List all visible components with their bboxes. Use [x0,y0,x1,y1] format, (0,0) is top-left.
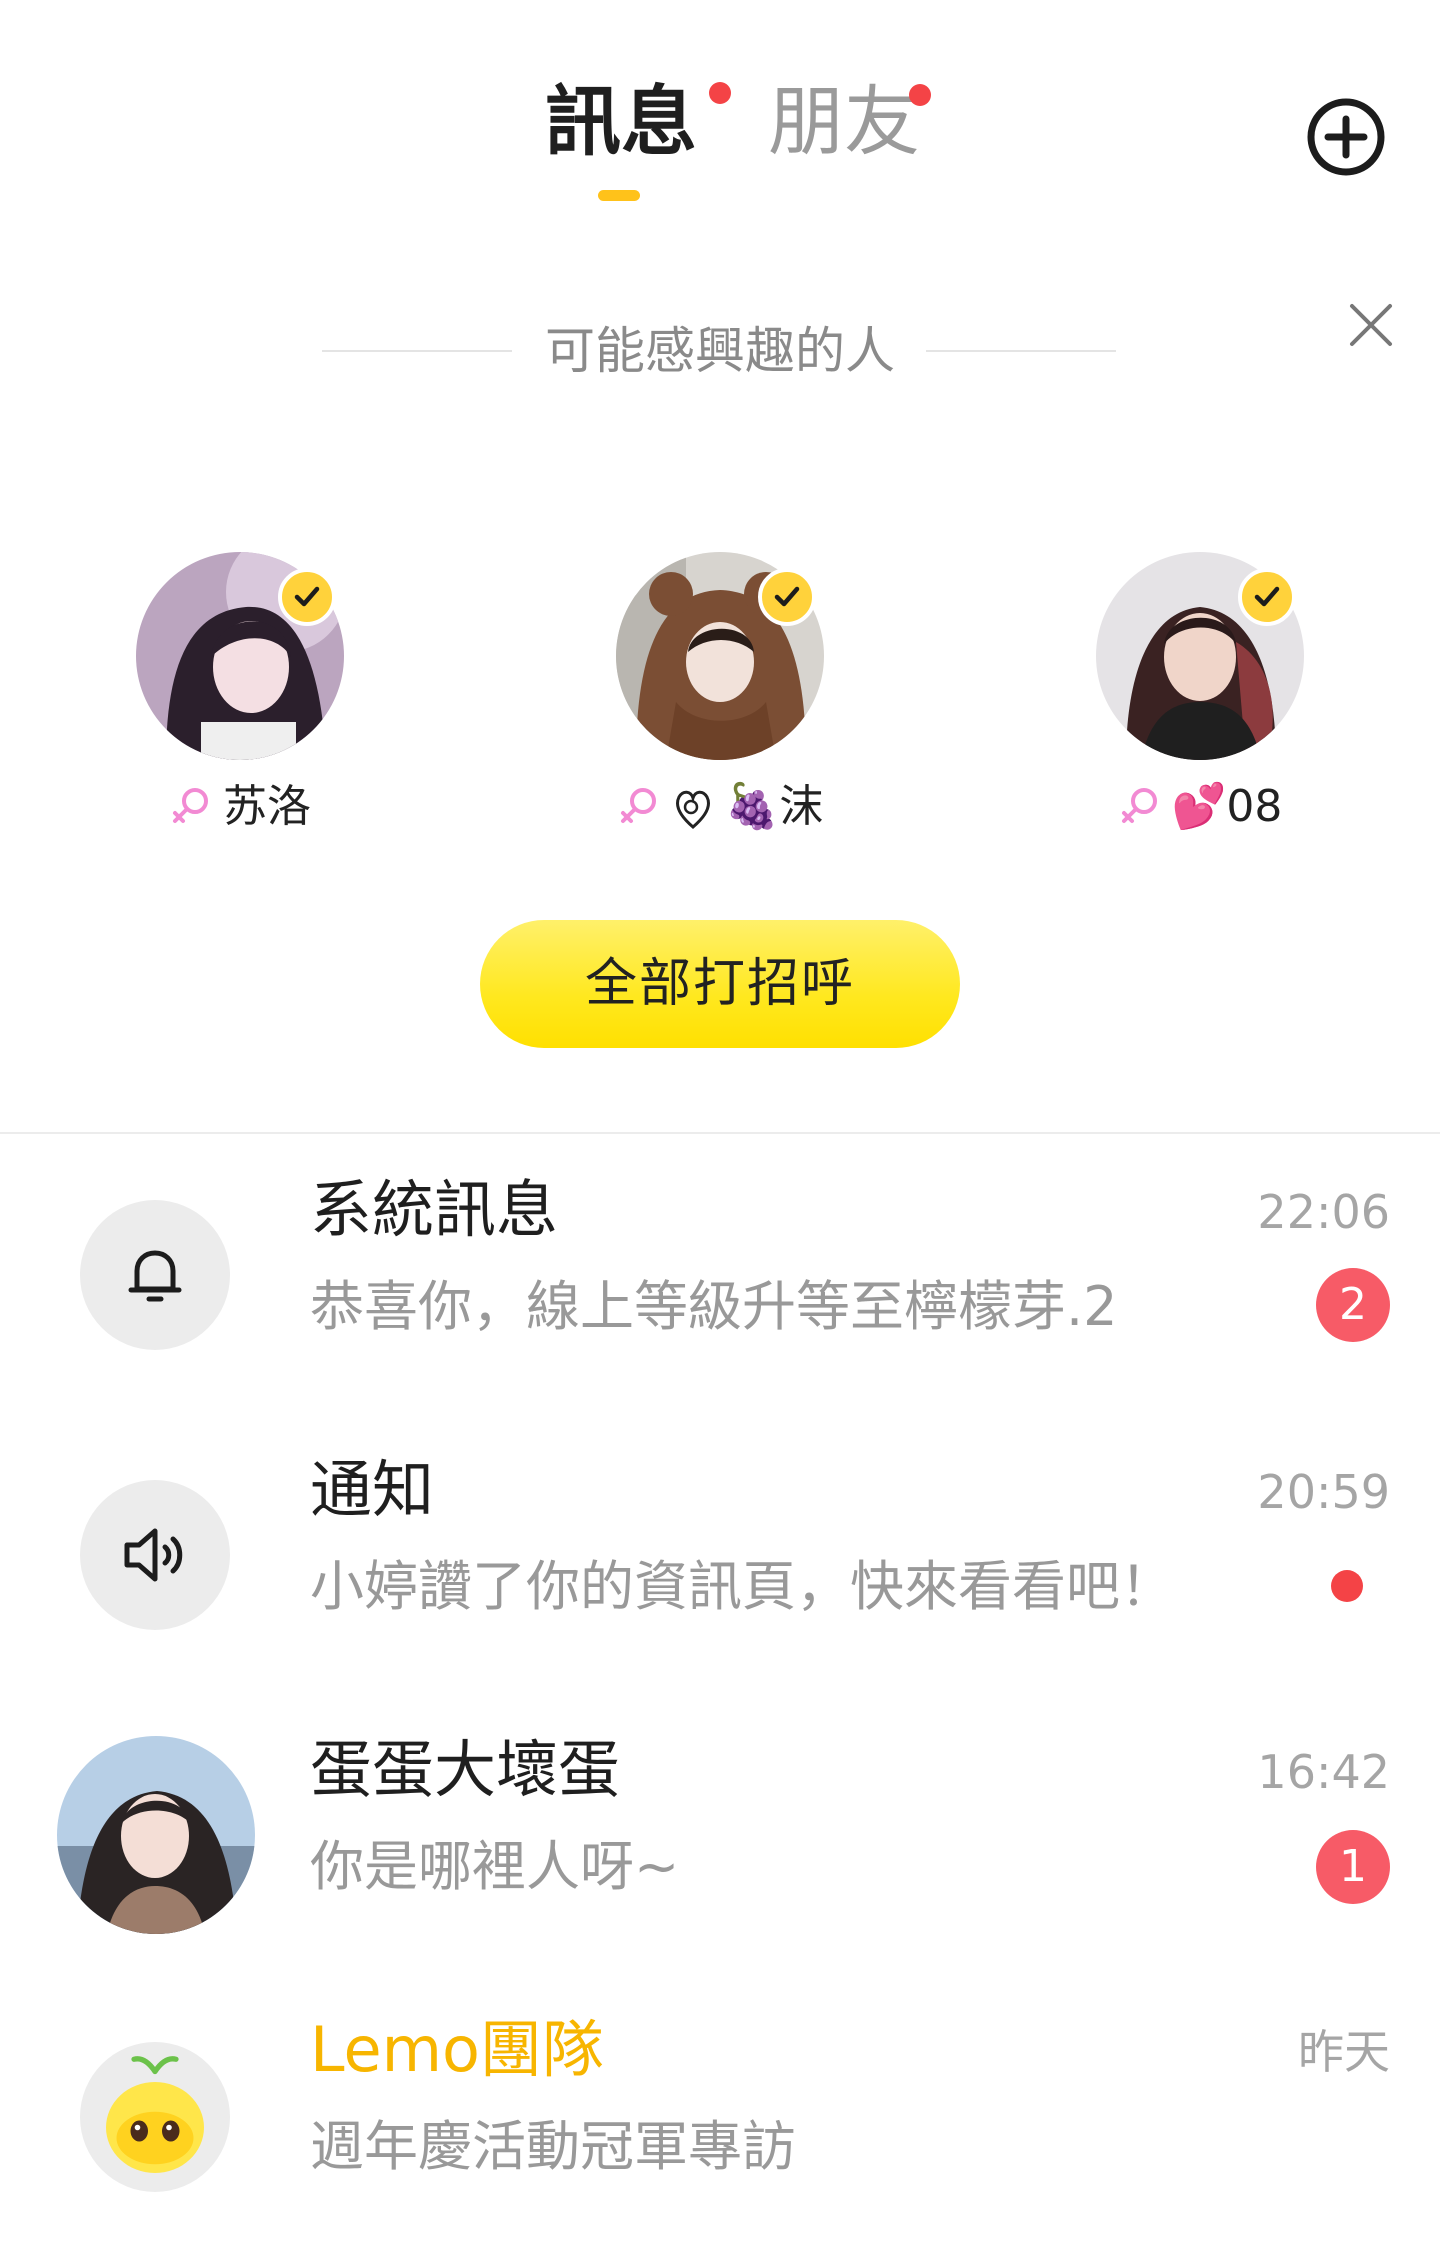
tab-friends[interactable]: 朋友 [768,72,920,172]
tab-friends-label: 朋友 [768,77,920,166]
conversation-title: 系統訊息 [310,1173,559,1246]
conversation-user-chat[interactable]: 蛋蛋大壞蛋 你是哪裡人呀~ 16:42 1 [0,1700,1440,1980]
conversation-time: 昨天 [1298,2025,1390,2079]
speaker-icon [124,1528,183,1582]
suggested-person[interactable]: 🍇沫 [570,552,870,842]
title-divider-right [926,350,1116,352]
verified-badge [278,568,336,626]
conversation-notifications[interactable]: 通知 小婷讚了你的資訊頁，快來看看吧！ 20:59 [0,1420,1440,1700]
tab-messages-unread-dot [709,82,731,104]
suggestions-title: 可能感興趣的人 [545,322,895,380]
verified-badge [758,568,816,626]
lemo-team-avatar [80,2042,230,2192]
unread-count-badge: 1 [1316,1830,1390,1904]
unread-dot [1331,1570,1363,1602]
person-name: 苏洛 [223,781,311,832]
female-icon [1121,788,1157,823]
female-icon [620,788,656,823]
checkmark-icon [774,586,800,607]
conversation-time: 22:06 [1257,1185,1390,1239]
plus-circle-icon [1307,98,1385,176]
system-messages-avatar [80,1200,230,1350]
conversation-title: Lemo團隊 [310,2013,604,2086]
tab-messages-label: 訊息 [545,77,697,166]
avatar[interactable] [57,1736,255,1934]
notifications-avatar [80,1480,230,1630]
verified-badge [1238,568,1296,626]
conversation-preview: 你是哪裡人呀~ [310,1835,680,1898]
tab-messages[interactable]: 訊息 [545,72,697,172]
conversation-system-messages[interactable]: 系統訊息 恭喜你，線上等級升等至檸檬芽.2 22:06 2 [0,1140,1440,1420]
conversation-title: 通知 [310,1453,435,1526]
conversation-lemo-team[interactable]: Lemo團隊 週年慶活動冠軍專訪 昨天 [0,1980,1440,2260]
person-name-row: 🍇沫 [570,772,870,842]
active-tab-indicator [598,190,640,201]
suggested-person[interactable]: 苏洛 [90,552,390,842]
checkmark-icon [1254,586,1280,607]
person-name-row: 💕08 [1050,772,1350,842]
greet-all-button[interactable]: 全部打招呼 [480,920,960,1048]
person-name: 💕08 [1171,781,1283,832]
conversation-preview: 週年慶活動冠軍專訪 [310,2115,796,2178]
conversation-preview: 恭喜你，線上等級升等至檸檬芽.2 [310,1275,1118,1338]
person-name: 🍇沫 [724,781,824,832]
bell-icon [128,1250,182,1302]
person-name-row: 苏洛 [90,772,390,842]
tab-friends-unread-dot [909,84,931,106]
checkmark-icon [294,586,320,607]
conversation-time: 16:42 [1257,1745,1390,1799]
conversation-title: 蛋蛋大壞蛋 [310,1733,621,1806]
add-button[interactable] [1306,97,1386,177]
moon-heart-icon [675,790,710,829]
unread-count-badge: 2 [1316,1268,1390,1342]
close-suggestions-button[interactable] [1344,298,1398,352]
lemon-mascot-icon [106,2056,204,2173]
close-icon [1350,304,1392,346]
suggested-person[interactable]: 💕08 [1050,552,1350,842]
conversation-preview: 小婷讚了你的資訊頁，快來看看吧！ [310,1555,1174,1618]
section-divider [0,1132,1440,1134]
female-icon [173,788,208,823]
conversation-time: 20:59 [1257,1465,1390,1519]
